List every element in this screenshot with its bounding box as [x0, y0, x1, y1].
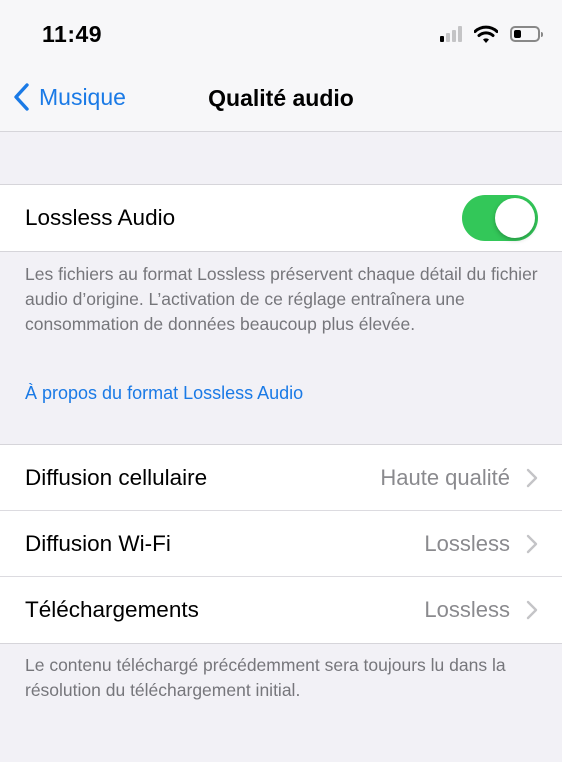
streaming-settings-group: Diffusion cellulaire Haute qualité Diffu…	[0, 444, 562, 644]
download-footnote: Le contenu téléchargé précédemment sera …	[25, 655, 506, 700]
lossless-description: Les fichiers au format Lossless préserve…	[25, 264, 538, 334]
setting-value: Haute qualité	[380, 465, 510, 490]
lossless-info-link[interactable]: À propos du format Lossless Audio	[25, 383, 303, 404]
setting-value: Lossless	[424, 597, 510, 622]
page-title: Qualité audio	[208, 85, 354, 111]
setting-row-wifi[interactable]: Diffusion Wi-Fi Lossless	[0, 511, 562, 577]
status-time: 11:49	[42, 21, 103, 47]
setting-label: Diffusion Wi-Fi	[25, 531, 171, 556]
cellular-signal-icon	[438, 26, 462, 42]
lossless-audio-toggle[interactable]	[462, 195, 538, 241]
battery-level	[514, 30, 521, 38]
setting-row-downloads[interactable]: Téléchargements Lossless	[0, 577, 562, 643]
setting-label: Diffusion cellulaire	[25, 465, 208, 490]
lossless-audio-label: Lossless Audio	[25, 205, 176, 230]
chevron-right-icon	[526, 534, 538, 554]
lossless-group: Lossless Audio	[0, 184, 562, 252]
setting-value: Lossless	[424, 531, 510, 556]
status-icons	[438, 22, 543, 46]
lossless-audio-row: Lossless Audio	[0, 185, 562, 251]
chevron-right-icon	[526, 600, 538, 620]
toggle-knob	[495, 198, 535, 238]
battery-icon	[510, 26, 543, 42]
navigation-bar: 11:49 Musique Qualité audio	[0, 0, 562, 132]
setting-label: Téléchargements	[25, 597, 199, 622]
settings-screen: 11:49 Musique Qualité audio Lossless Aud…	[0, 0, 562, 762]
wifi-icon	[474, 25, 498, 43]
setting-row-cellular[interactable]: Diffusion cellulaire Haute qualité	[0, 445, 562, 511]
chevron-right-icon	[526, 468, 538, 488]
